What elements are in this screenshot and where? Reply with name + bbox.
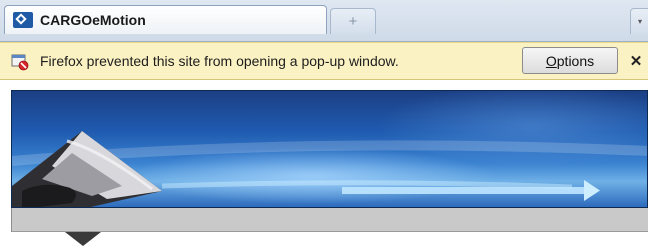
tab-title: CARGOeMotion [40, 12, 146, 28]
notification-message: Firefox prevented this site from opening… [40, 53, 399, 69]
plus-icon: + [348, 13, 358, 30]
options-label: Options [545, 52, 595, 69]
options-button[interactable]: Options [522, 47, 618, 74]
new-tab-button[interactable]: + [330, 8, 376, 34]
chevron-down-icon: ▾ [637, 17, 642, 26]
banner-footer-bar [11, 208, 648, 232]
arrow-head [584, 180, 600, 201]
popup-notification-bar: Firefox prevented this site from opening… [0, 42, 648, 80]
cargo-logo-icon [13, 12, 33, 28]
header-banner [11, 90, 648, 208]
diamond-marker-icon [65, 232, 101, 246]
close-icon[interactable]: ✕ [628, 52, 644, 70]
page-content [0, 80, 648, 251]
popup-blocked-icon [11, 54, 29, 71]
tab-cargoemotion[interactable]: CARGOeMotion [4, 5, 327, 34]
tab-list-button[interactable]: ▾ [630, 8, 648, 34]
banner-graphic [12, 131, 647, 207]
arrow-shaft [342, 187, 587, 194]
tab-strip: CARGOeMotion + ▾ [0, 0, 648, 42]
